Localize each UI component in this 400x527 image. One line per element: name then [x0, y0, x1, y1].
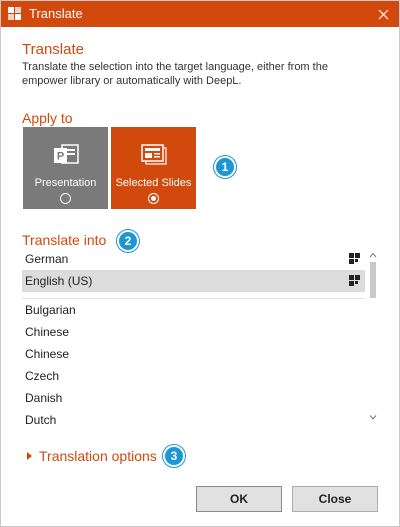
- language-item-english-us[interactable]: English (US): [22, 270, 365, 292]
- title-bar: Translate: [1, 1, 399, 27]
- svg-text:P: P: [56, 151, 63, 163]
- translation-options-label: Translation options: [39, 448, 157, 464]
- empower-logo-icon: [8, 7, 21, 20]
- language-item-chinese[interactable]: Chinese: [22, 321, 365, 343]
- step-badge-1: 1: [214, 156, 236, 178]
- scroll-down-chevron-icon[interactable]: [368, 412, 378, 422]
- translate-dialog: Translate Translate Translate the select…: [0, 0, 400, 527]
- language-name: Chinese: [25, 347, 70, 361]
- language-name: Danish: [25, 391, 63, 405]
- language-item-chinese[interactable]: Chinese: [22, 343, 365, 365]
- selected-slides-label: Selected Slides: [115, 177, 192, 189]
- expand-triangle-icon: [27, 452, 32, 460]
- language-list[interactable]: German English (US) Bulgarian Chinese Ch…: [22, 248, 378, 433]
- powerpoint-icon: P: [53, 144, 79, 164]
- presentation-radio[interactable]: [60, 193, 71, 204]
- translate-into-label: Translate into: [22, 232, 107, 248]
- close-window-button[interactable]: [373, 4, 393, 24]
- window-title: Translate: [29, 6, 83, 21]
- close-button[interactable]: Close: [292, 486, 378, 512]
- close-icon: [378, 9, 388, 19]
- language-item-bulgarian[interactable]: Bulgarian: [22, 299, 365, 321]
- deepl-icon: [349, 253, 360, 264]
- language-name: German: [25, 252, 69, 266]
- language-name: English (US): [25, 274, 93, 288]
- selected-slides-radio[interactable]: [148, 193, 159, 204]
- scroll-up-chevron-icon[interactable]: [368, 250, 378, 260]
- apply-to-label: Apply to: [22, 110, 73, 126]
- language-name: Czech: [25, 369, 60, 383]
- translation-options-expander[interactable]: Translation options: [27, 448, 157, 464]
- ok-button[interactable]: OK: [196, 486, 282, 512]
- apply-presentation-option[interactable]: P Presentation: [23, 127, 108, 209]
- dialog-heading: Translate: [22, 41, 84, 58]
- language-item-german[interactable]: German: [22, 248, 365, 270]
- apply-selected-slides-option[interactable]: Selected Slides: [111, 127, 196, 209]
- slides-icon: [140, 144, 167, 165]
- deepl-icon: [349, 275, 360, 286]
- scrollbar-thumb[interactable]: [370, 262, 376, 298]
- language-item-dutch[interactable]: Dutch: [22, 409, 365, 431]
- language-name: Bulgarian: [25, 303, 76, 317]
- language-name: Dutch: [25, 413, 57, 427]
- language-item-czech[interactable]: Czech: [22, 365, 365, 387]
- dialog-description: Translate the selection into the target …: [22, 61, 328, 87]
- step-badge-3: 3: [163, 445, 185, 467]
- language-name: Chinese: [25, 325, 70, 339]
- language-item-danish[interactable]: Danish: [22, 387, 365, 409]
- presentation-label: Presentation: [34, 177, 97, 189]
